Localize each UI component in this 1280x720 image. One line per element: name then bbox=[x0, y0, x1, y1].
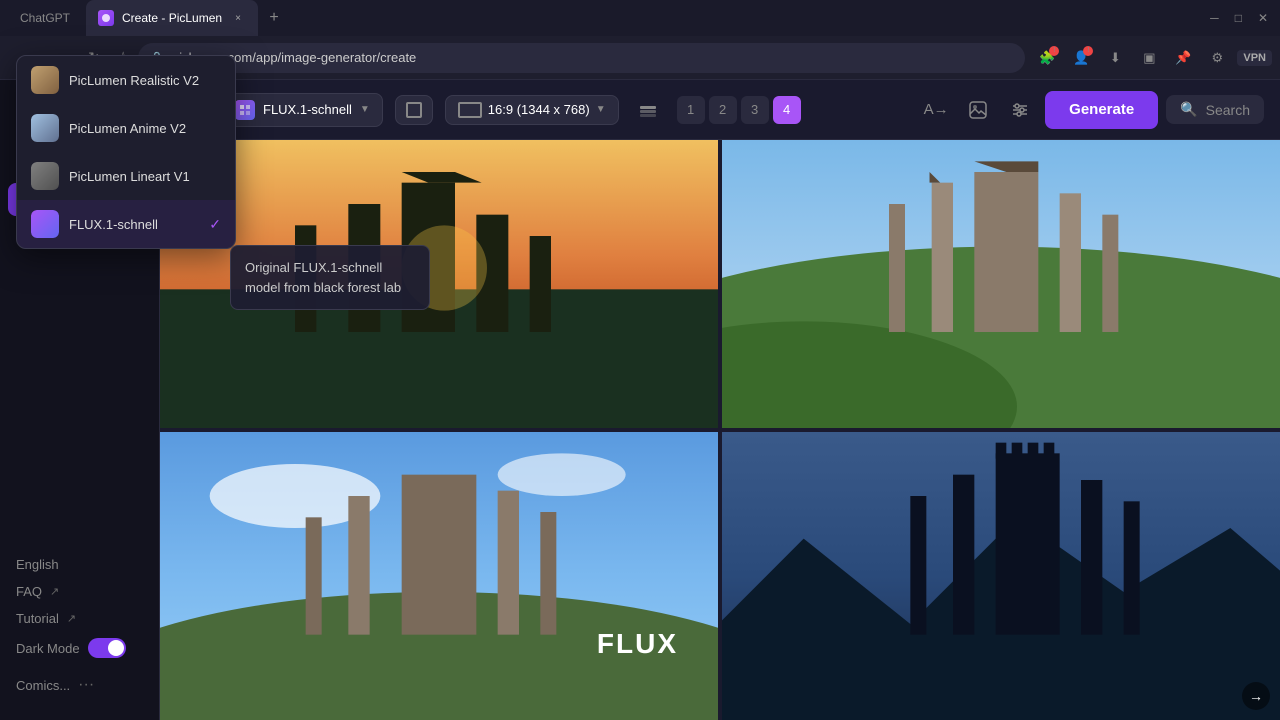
count-4-button[interactable]: 4 bbox=[773, 96, 801, 124]
model-dropdown-menu: PicLumen Realistic V2 PicLumen Anime V2 … bbox=[160, 80, 236, 249]
sidebar-toggle[interactable]: ▣ bbox=[1135, 44, 1163, 72]
title-bar: ChatGPT Create - PicLumen × + ─ □ ✕ bbox=[0, 0, 1280, 36]
active-tab[interactable]: Create - PicLumen × bbox=[86, 0, 258, 36]
dropdown-item-realistic[interactable]: PicLumen Realistic V2 bbox=[160, 80, 235, 104]
tab-strip: ChatGPT Create - PicLumen × + bbox=[8, 0, 1198, 36]
anime-model-label: PicLumen Anime V2 bbox=[160, 121, 186, 136]
tab-favicon bbox=[98, 10, 114, 26]
count-2-button[interactable]: 2 bbox=[709, 96, 737, 124]
tab-close-button[interactable]: × bbox=[230, 10, 246, 26]
search-button[interactable]: 🔍 Search bbox=[1166, 95, 1264, 124]
filters-icon[interactable] bbox=[1003, 93, 1037, 127]
search-label: Search bbox=[1206, 102, 1250, 118]
vpn-badge[interactable]: VPN bbox=[1237, 50, 1272, 66]
aspect-ratio-label: 16:9 (1344 x 768) bbox=[488, 102, 590, 117]
main-content: ⬡ FLUX.1-schnell ▼ 16:9 (1344 x 768) ▼ bbox=[160, 80, 1280, 720]
sidebar-collection[interactable]: Comics... ··· bbox=[16, 670, 143, 700]
image-cell-2 bbox=[722, 140, 1280, 428]
sidebar-item-faq[interactable]: FAQ ↗ bbox=[16, 584, 143, 599]
profile-badge: ! bbox=[1083, 46, 1093, 56]
download-button[interactable]: ⬇ bbox=[1101, 44, 1129, 72]
tutorial-label: Tutorial bbox=[16, 611, 59, 626]
dropdown-item-anime[interactable]: PicLumen Anime V2 bbox=[160, 104, 235, 152]
image-upload-icon[interactable] bbox=[961, 93, 995, 127]
app-layout: PicLumen ◎ Explore ✏ Create English FAQ … bbox=[0, 80, 1280, 720]
generate-button[interactable]: Generate bbox=[1045, 91, 1158, 129]
english-label: English bbox=[16, 557, 59, 572]
count-buttons: 1 2 3 4 bbox=[677, 96, 801, 124]
selected-checkmark: ✓ bbox=[209, 216, 221, 233]
active-tab-label: Create - PicLumen bbox=[122, 11, 222, 25]
faq-external-icon: ↗ bbox=[50, 585, 59, 598]
search-icon: 🔍 bbox=[1180, 101, 1197, 118]
image-grid: FLUX bbox=[160, 140, 1280, 720]
pin-button[interactable]: 📌 bbox=[1169, 44, 1197, 72]
extensions-button[interactable]: 🧩 ! bbox=[1033, 44, 1061, 72]
profile-button[interactable]: 👤 ! bbox=[1067, 44, 1095, 72]
toolbar: ⬡ FLUX.1-schnell ▼ 16:9 (1344 x 768) ▼ bbox=[160, 80, 1280, 140]
translate-icon[interactable]: A→ bbox=[919, 93, 953, 127]
sidebar-bottom: English FAQ ↗ Tutorial ↗ Dark Mode Comic… bbox=[0, 549, 159, 708]
layers-icon[interactable] bbox=[631, 93, 665, 127]
tutorial-external-icon: ↗ bbox=[67, 612, 76, 625]
count-1-button[interactable]: 1 bbox=[677, 96, 705, 124]
nav-actions: 🧩 ! 👤 ! ⬇ ▣ 📌 ⚙ VPN bbox=[1033, 44, 1272, 72]
lineart-model-label: PicLumen Lineart V1 bbox=[160, 169, 190, 184]
window-controls: ─ □ ✕ bbox=[1206, 7, 1272, 29]
dropdown-item-lineart[interactable]: PicLumen Lineart V1 bbox=[160, 152, 235, 200]
image-cell-4: → bbox=[722, 432, 1280, 720]
extensions-badge: ! bbox=[1049, 46, 1059, 56]
minimize-button[interactable]: ─ bbox=[1206, 7, 1223, 29]
dark-mode-toggle[interactable]: Dark Mode bbox=[16, 638, 143, 658]
aspect-ratio-square-btn[interactable] bbox=[395, 95, 433, 125]
toolbar-actions: A→ bbox=[919, 91, 1264, 129]
dropdown-item-flux[interactable]: FLUX.1-schnell ✓ bbox=[160, 200, 235, 248]
close-window-button[interactable]: ✕ bbox=[1254, 7, 1272, 29]
image-cell-1 bbox=[160, 140, 718, 428]
dark-mode-label: Dark Mode bbox=[16, 641, 80, 656]
chatgpt-tab[interactable]: ChatGPT bbox=[8, 0, 82, 36]
aspect-square-icon bbox=[406, 102, 422, 118]
toggle-knob bbox=[108, 640, 124, 656]
chatgpt-tab-label: ChatGPT bbox=[20, 11, 70, 25]
collection-more-icon[interactable]: ··· bbox=[78, 676, 94, 694]
dark-mode-switch[interactable] bbox=[88, 638, 126, 658]
model-icon bbox=[235, 100, 255, 120]
image-nav-right[interactable]: → bbox=[1242, 682, 1270, 710]
count-3-button[interactable]: 3 bbox=[741, 96, 769, 124]
maximize-button[interactable]: □ bbox=[1231, 7, 1246, 29]
new-tab-button[interactable]: + bbox=[262, 6, 286, 30]
address-bar[interactable]: 🔒 piclumen.com/app/image-generator/creat… bbox=[138, 43, 1025, 73]
model-dropdown-arrow: ▼ bbox=[360, 104, 370, 115]
flux-watermark: FLUX bbox=[597, 628, 678, 660]
settings-nav-button[interactable]: ⚙ bbox=[1203, 44, 1231, 72]
aspect-dropdown-arrow: ▼ bbox=[596, 104, 606, 115]
model-selector[interactable]: FLUX.1-schnell ▼ bbox=[222, 93, 383, 127]
model-selector-label: FLUX.1-schnell bbox=[263, 102, 352, 117]
faq-label: FAQ bbox=[16, 584, 42, 599]
widescreen-icon bbox=[458, 102, 482, 118]
sidebar-item-english[interactable]: English bbox=[16, 557, 143, 572]
sidebar-item-tutorial[interactable]: Tutorial ↗ bbox=[16, 611, 143, 626]
image-cell-3: FLUX bbox=[160, 432, 718, 720]
aspect-ratio-selector[interactable]: 16:9 (1344 x 768) ▼ bbox=[445, 95, 619, 125]
collection-label: Comics... bbox=[16, 678, 70, 693]
realistic-model-label: PicLumen Realistic V2 bbox=[160, 80, 199, 88]
